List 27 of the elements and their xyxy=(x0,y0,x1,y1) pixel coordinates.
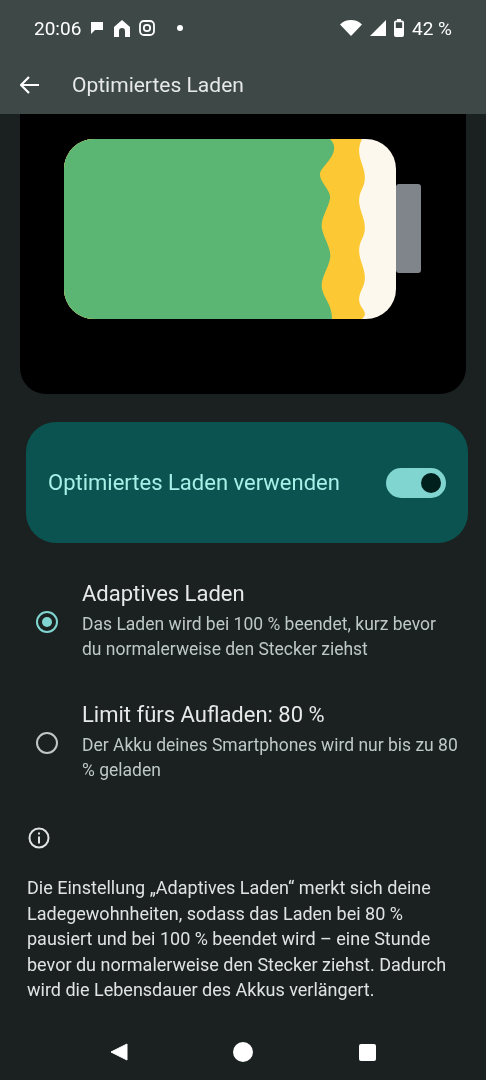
option-summary: Das Laden wird bei 100 % beendet, kurz bevor du normalerweise den Stecker ziehst xyxy=(82,613,437,661)
battery-icon xyxy=(394,19,404,37)
wifi-icon xyxy=(340,20,362,36)
toggle-switch[interactable] xyxy=(386,467,446,498)
back-arrow-icon[interactable] xyxy=(20,76,40,94)
radio-button[interactable] xyxy=(36,610,58,633)
clock: 20:06 xyxy=(34,16,82,40)
radio-option[interactable]: Limit fürs Aufladen: 80 % Der Akku deines Smartphones wird nur bis zu 80 % geladen xyxy=(0,702,486,783)
back-icon[interactable] xyxy=(110,1043,128,1061)
info-icon xyxy=(28,827,50,849)
switch-card[interactable]: Optimiertes Laden verwenden xyxy=(26,422,468,543)
radio-option[interactable]: Adaptives Laden Das Laden wird bei 100 % beendet, kurz bevor du normalerweise den Stecker ziehst xyxy=(0,581,486,662)
switch-label: Optimiertes Laden verwenden xyxy=(48,468,341,497)
chat-bubble-icon xyxy=(89,21,106,35)
radio-button[interactable] xyxy=(36,731,58,754)
info-paragraph: Die Einstellung „Adaptives Laden“ merkt sich deine Ladegewohnheiten, sodass das Laden bei 80 % pausiert und bei 100 % beendet wird – eine Stunde bevor du normalerweise den Stecker ziehst. Dadurch wird die Lebensdauer des Akkus verlängert. xyxy=(27,876,448,1003)
option-title: Limit fürs Aufladen: 80 % xyxy=(82,702,326,727)
home-icon xyxy=(113,19,132,37)
page-title: Optimiertes Laden xyxy=(72,73,244,97)
dot-icon xyxy=(177,25,184,31)
option-title: Adaptives Laden xyxy=(82,581,246,606)
camera-icon xyxy=(139,20,156,36)
battery-percentage: 42 % xyxy=(412,16,452,40)
home-button-icon[interactable] xyxy=(233,1042,253,1062)
recents-icon[interactable] xyxy=(358,1043,376,1061)
signal-icon xyxy=(370,20,386,36)
option-summary: Der Akku deines Smartphones wird nur bis zu 80 % geladen xyxy=(82,734,458,782)
